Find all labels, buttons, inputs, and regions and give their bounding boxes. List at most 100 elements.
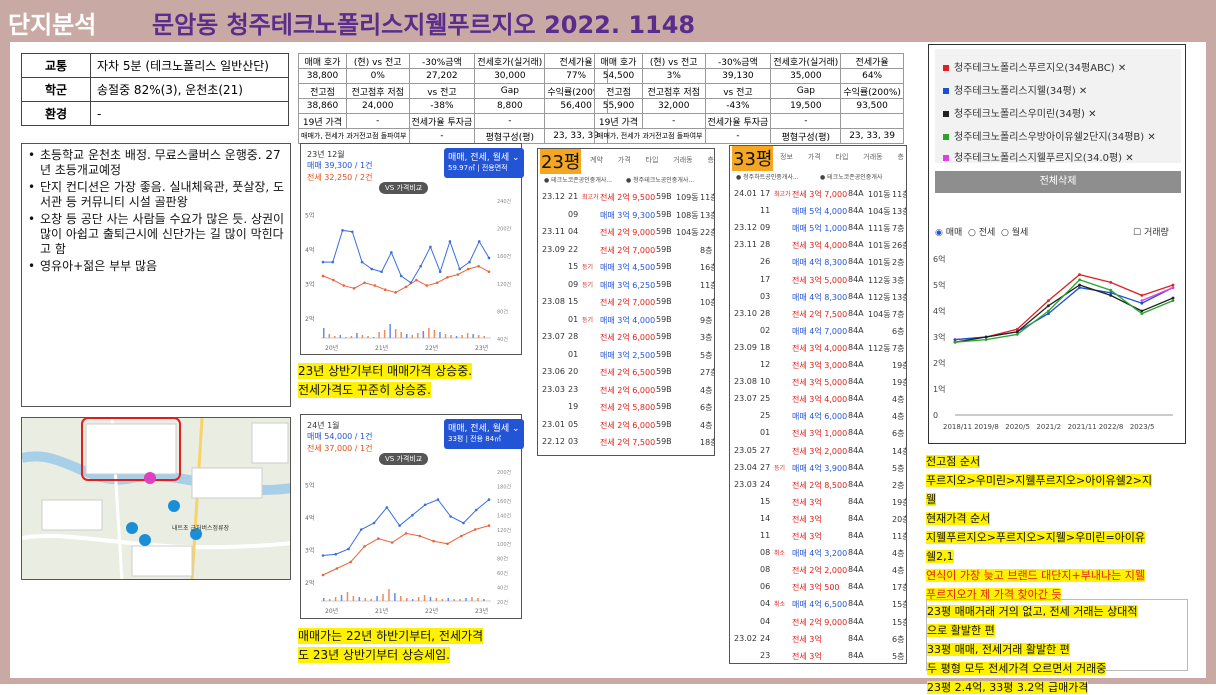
transaction-row: 02 매매 4억 7,000 84A 6층 bbox=[730, 323, 906, 340]
location-map[interactable]: 내트초 근처버스정류장 bbox=[21, 417, 291, 580]
x-tick-label: 20년 bbox=[325, 607, 338, 615]
x-tick-label: 22년 bbox=[425, 344, 438, 352]
txn-cell: 84A bbox=[848, 223, 864, 233]
transaction-row: 23.0527 전세 3억 2,00084A 14층 bbox=[730, 443, 906, 460]
txn-cell: 59B bbox=[656, 349, 672, 359]
series-point bbox=[1140, 309, 1144, 313]
legend-item[interactable]: 청주테크노폴리스우미린(34평) ✕ bbox=[943, 105, 1097, 120]
transaction-row: 11 매매 5억 4,00084A 104동13층 bbox=[730, 203, 906, 220]
volume-bar bbox=[423, 595, 426, 601]
notes-bullets: 초등학교 운천초 배정. 무료스쿨버스 운행중. 27년 초등개교예정 단지 컨… bbox=[21, 143, 291, 407]
sale-summary: 매매 39,300 / 1건 bbox=[307, 161, 373, 170]
volume-bar bbox=[364, 598, 366, 601]
y-tick-label: 5억 bbox=[305, 481, 314, 489]
volume-bar bbox=[370, 599, 372, 601]
type-filter-button[interactable]: 매매, 전세, 월세 ⌄ 33평 | 전용 84㎡ bbox=[444, 419, 524, 449]
txn-cell: 28 bbox=[760, 308, 771, 318]
jeonse-line-point bbox=[487, 270, 491, 274]
txn-cell: 23.09 bbox=[542, 244, 565, 254]
status-badge: 등기 bbox=[582, 264, 594, 271]
txn-cell: 22 bbox=[568, 244, 579, 254]
txn-cell: 108동 bbox=[676, 210, 699, 220]
agent-a[interactable]: ● 청주하트공인중개사... bbox=[736, 172, 799, 181]
y2-tick-label: 100건 bbox=[497, 541, 512, 548]
txn-cell: 84A bbox=[848, 360, 864, 369]
price-cell: 전세 2억 6,500 bbox=[600, 368, 656, 377]
y-tick-label: 2억 bbox=[305, 579, 314, 587]
txn-cell: 111동 bbox=[868, 224, 891, 234]
transaction-row: 04취소 매매 4억 6,50084A 15층 bbox=[730, 596, 906, 613]
legend-item[interactable]: 청주테크노폴리스푸르지오(34평ABC) ✕ bbox=[943, 59, 1126, 74]
agent-b[interactable]: ● 청주테크노공인중개사... bbox=[626, 175, 694, 184]
agent-a[interactable]: ● 테크노코존공인중개사... bbox=[544, 175, 612, 184]
price-chart-33-card: 24년 1월 매매 54,000 / 1건 전세 37,000 / 1건 매매,… bbox=[300, 414, 524, 619]
complex-title: 문암동 청주테크노폴리스지웰푸르지오 2022. 1148 bbox=[152, 11, 696, 39]
jeonse-line-point bbox=[377, 537, 380, 540]
txn-cell: 24 bbox=[760, 633, 771, 643]
sale-line-point bbox=[436, 498, 440, 501]
agent-b[interactable]: ● 테크노코존공인중개사 bbox=[820, 172, 882, 181]
series-point bbox=[984, 335, 988, 339]
txn-cell: 15층 bbox=[892, 617, 906, 627]
legend-item[interactable]: 청주테크노폴리스지웰(34평) ✕ bbox=[943, 82, 1087, 97]
section-title: 단지분석 bbox=[8, 11, 97, 39]
sale-line-point bbox=[458, 267, 462, 271]
transaction-row: 23.1104 전세 2억 9,00059B 104동22층 bbox=[538, 224, 714, 242]
volume-bar bbox=[406, 334, 408, 338]
delete-all-button[interactable]: 전체삭제 bbox=[935, 171, 1181, 193]
volume-bar bbox=[352, 596, 355, 601]
transaction-row: 23.07 25 전세 3억 4,000 84A 4층 bbox=[730, 391, 906, 408]
price-cell: 전세 2억 6,000 bbox=[600, 385, 656, 395]
price-cell: 매매 4억 3,900 bbox=[792, 463, 848, 473]
volume-bar bbox=[339, 335, 342, 338]
bullet-item: 단지 컨디션은 가장 좋음. 실내체육관, 풋살장, 도서관 등 커뮤니티 시설… bbox=[26, 180, 286, 210]
volume-bar bbox=[453, 599, 455, 601]
txn-cell: 27 bbox=[760, 445, 771, 455]
txn-cell: 4층 bbox=[700, 420, 713, 430]
trade-type-radios[interactable]: ◉ 매매 ○ 전세 ○ 월세 bbox=[935, 225, 1028, 238]
txn-cell: 59B bbox=[656, 209, 672, 219]
legend-item[interactable]: 청주테크노폴리스지웰푸르지오(34.0평) ✕ bbox=[943, 149, 1134, 164]
txn-cell: 84A bbox=[848, 428, 864, 438]
txn-cell: 59B bbox=[656, 262, 672, 271]
txn-cell: 23.08 bbox=[734, 377, 757, 387]
price-table-33: 매매 호가 (현) vs 전고 -30%금액 전세호가(실거래) 전세가율 54,500… bbox=[594, 53, 904, 144]
price-cell: 전세 2억 7,500 bbox=[792, 309, 848, 319]
transaction-row: 23.09 18 전세 3억 4,000 84A 112동 7층 bbox=[730, 340, 906, 357]
txn-cell: 3층 bbox=[892, 275, 905, 285]
price-cell: 매매 3억 2,500 bbox=[600, 350, 656, 360]
txn-cell: 112동 bbox=[868, 292, 891, 302]
y-tick-label: 3억 bbox=[933, 332, 945, 342]
jeonse-line-point bbox=[390, 541, 394, 544]
legend-item[interactable]: 청주테크노폴리스우방아이유쉘2단지(34평B) ✕ bbox=[943, 128, 1156, 143]
txn-cell: 10층 bbox=[700, 298, 714, 307]
volume-checkbox[interactable]: ☐ 거래량 bbox=[1133, 225, 1169, 238]
transaction-row: 23.0815 전세 2억 7,00059B 10층 bbox=[538, 294, 714, 312]
volume-bar bbox=[358, 597, 361, 601]
txn-cell: 84A bbox=[848, 325, 864, 335]
y-tick-label: 3억 bbox=[305, 546, 314, 554]
txn-cell: 59B bbox=[656, 419, 672, 429]
volume-bar bbox=[400, 596, 402, 601]
txn-cell: 23.11 bbox=[734, 240, 757, 250]
volume-bar bbox=[444, 334, 447, 338]
price-cell: 전세 3억 bbox=[792, 634, 822, 644]
txn-cell: 4층 bbox=[892, 412, 905, 422]
volume-bar bbox=[328, 599, 331, 601]
volume-bar bbox=[411, 335, 414, 338]
txn-cell: 15 bbox=[760, 496, 771, 506]
txn-cell: 23.04 bbox=[734, 462, 757, 472]
type-filter-button[interactable]: 매매, 전세, 월세 ⌄ 59.97㎡ | 전용면적 bbox=[444, 148, 524, 178]
txn-cell: 9층 bbox=[700, 315, 713, 325]
txn-cell: 109동 bbox=[676, 193, 699, 202]
txn-cell: 25 bbox=[760, 411, 771, 421]
series-point bbox=[984, 338, 988, 341]
y-tick-label: 3억 bbox=[305, 280, 314, 288]
txn-cell: 06 bbox=[760, 582, 771, 592]
status-badge: 최고가 bbox=[774, 191, 791, 198]
radio-sale: ◉ 매매 bbox=[935, 228, 963, 238]
price-cell: 매매 5억 1,000 bbox=[792, 224, 848, 234]
price-cell: 전세 2억 6,000 bbox=[600, 420, 656, 430]
txn-cell: 84A bbox=[848, 479, 864, 489]
volume-bar bbox=[483, 336, 485, 338]
